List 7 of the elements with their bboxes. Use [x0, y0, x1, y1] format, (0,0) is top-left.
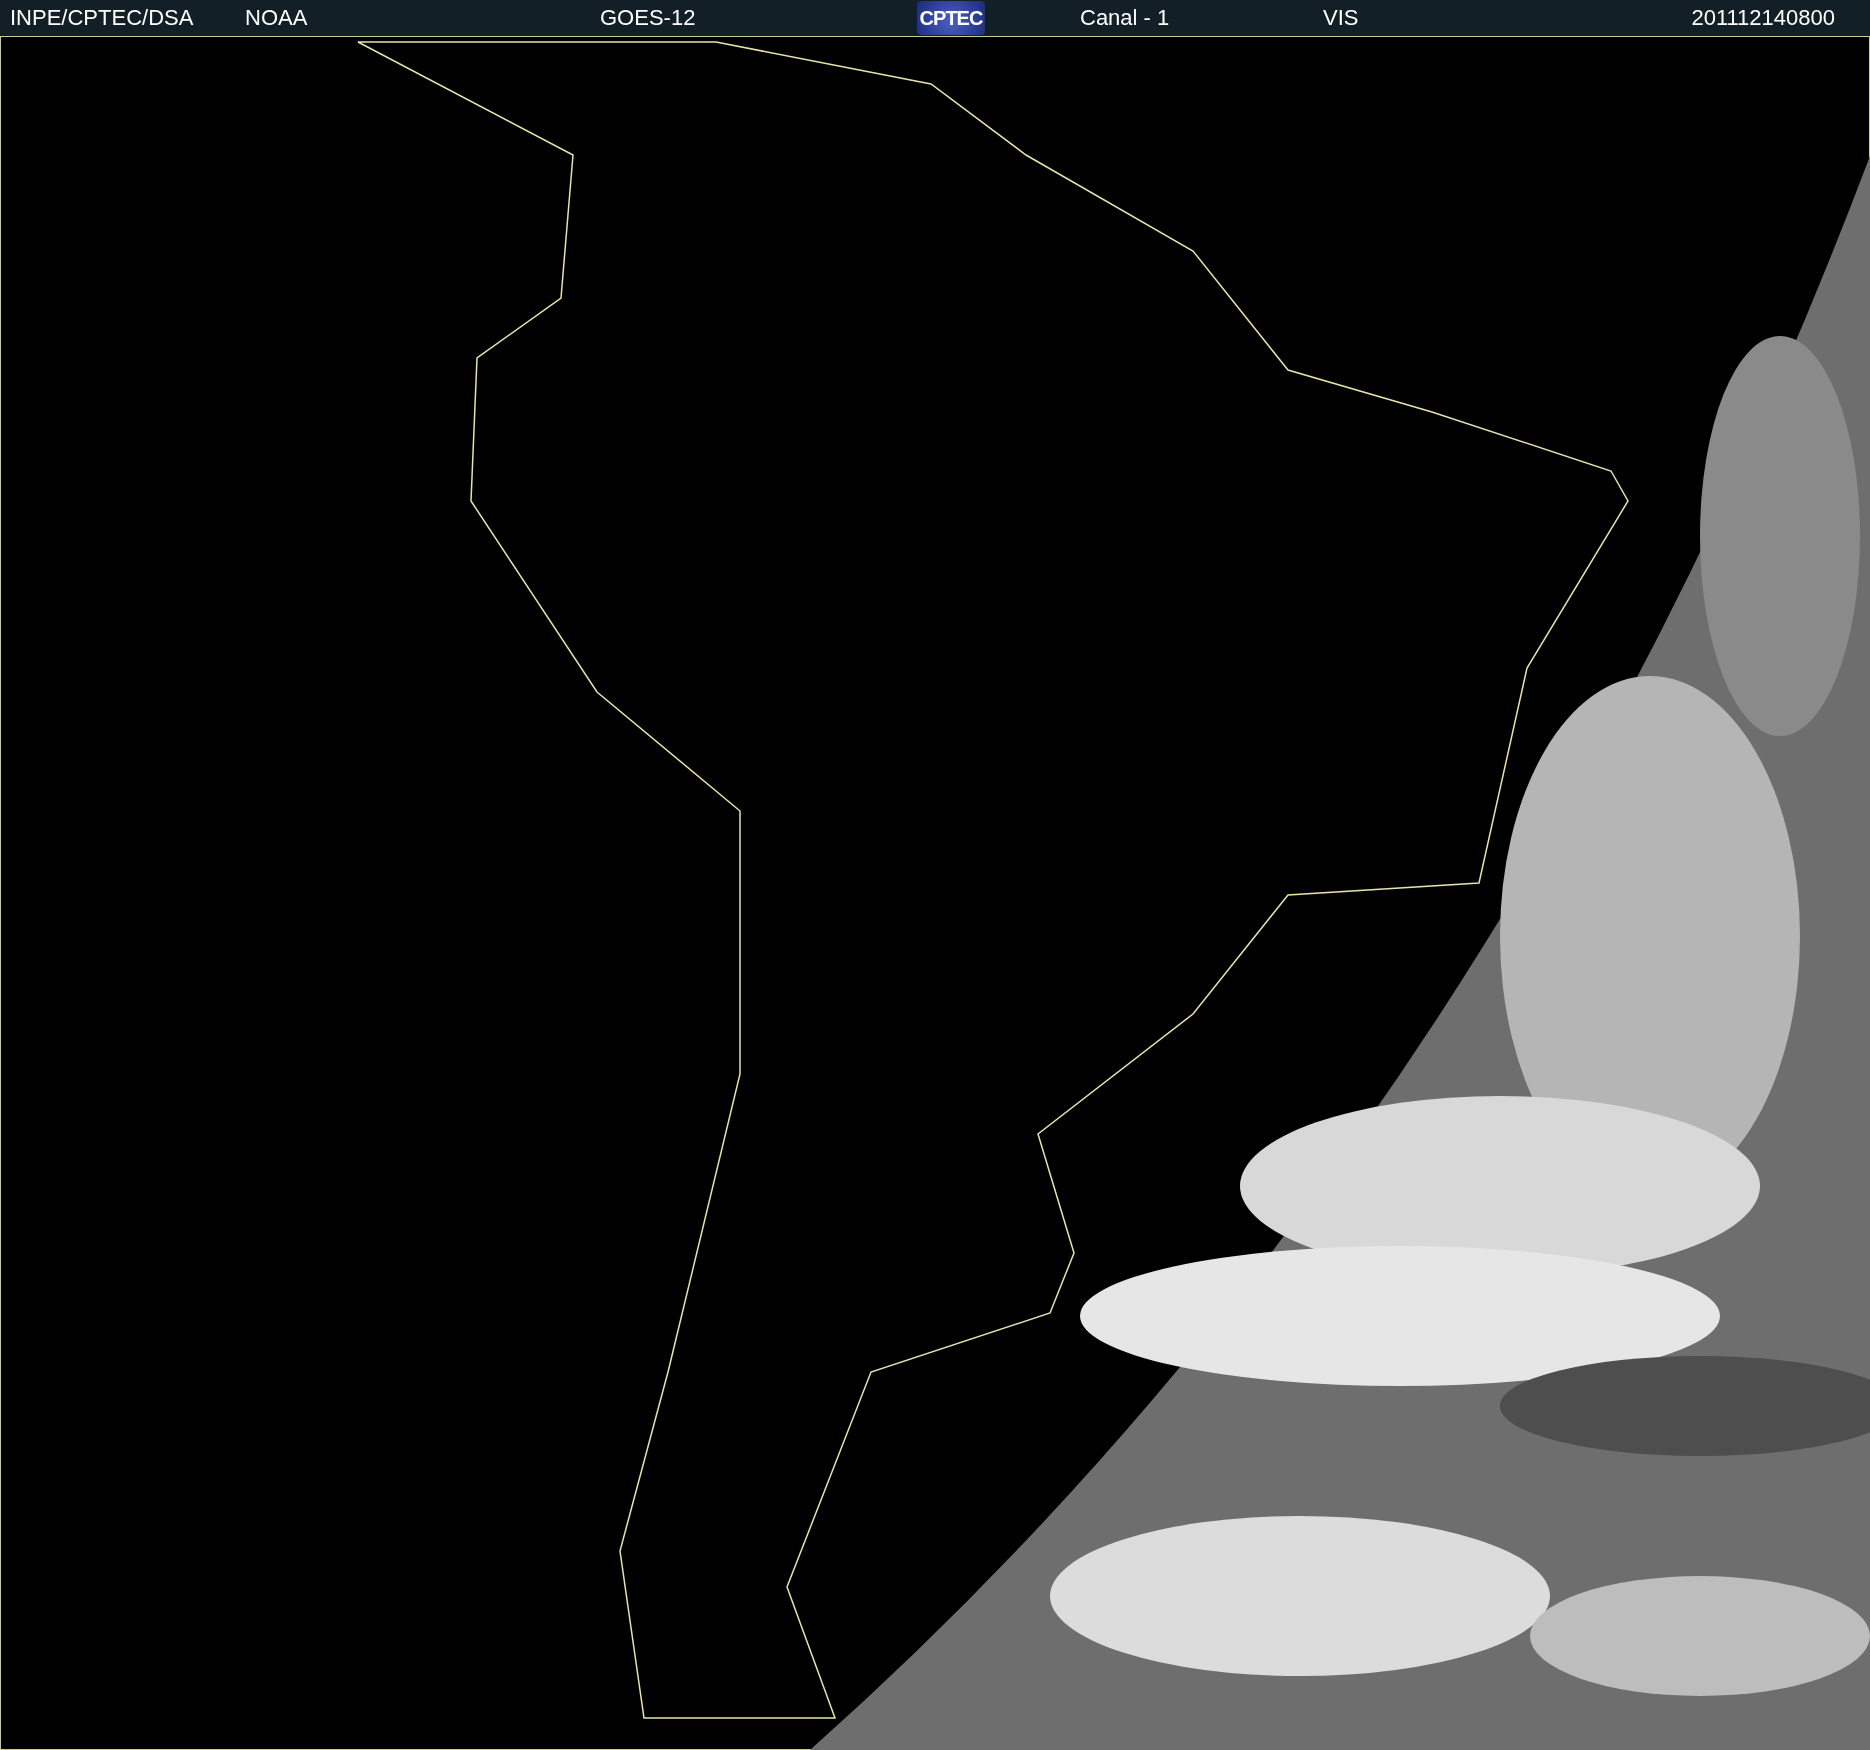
logo: CPTEC: [917, 1, 985, 35]
agency-label: NOAA: [245, 5, 309, 31]
band-label: VIS: [1323, 5, 1359, 31]
timestamp-label: 201112140800: [1691, 5, 1836, 31]
channel-label: Canal - 1: [1080, 5, 1171, 31]
source-label: INPE/CPTEC/DSA: [10, 5, 195, 31]
satellite-label: GOES-12: [600, 5, 697, 31]
